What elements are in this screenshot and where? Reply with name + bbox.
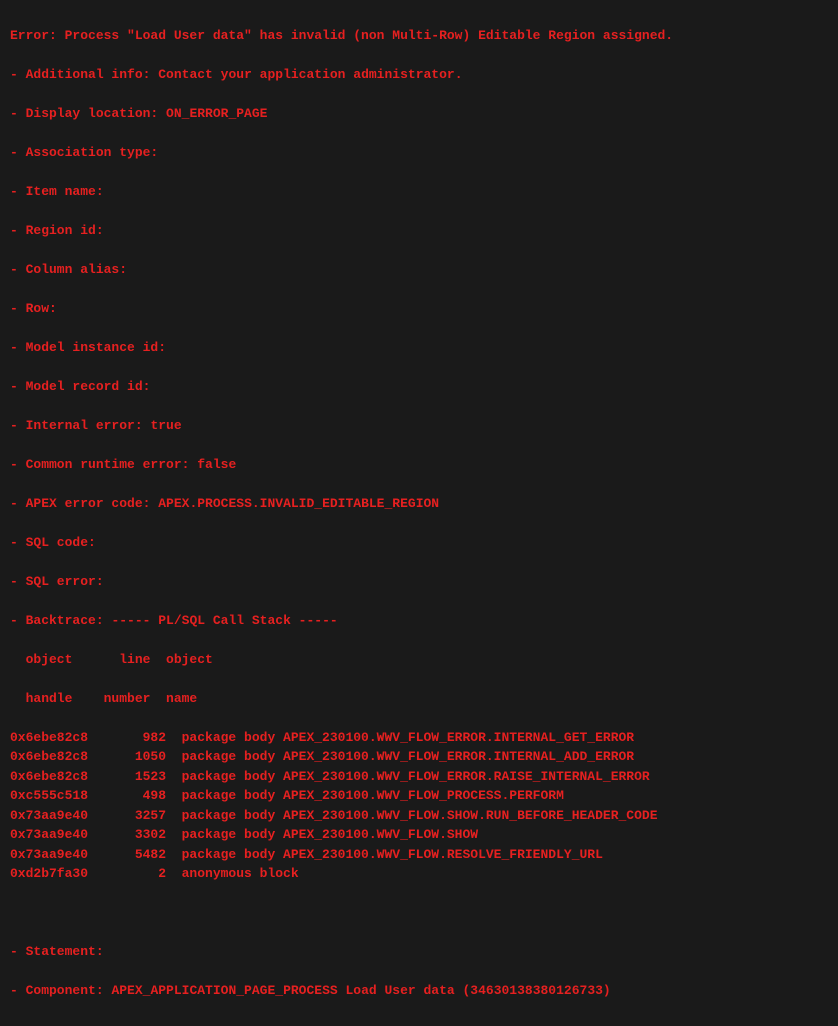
stack-header-1: object line object (10, 650, 828, 670)
column-alias-label: - Column alias: (10, 262, 127, 277)
stack-row: 0x73aa9e40 5482 package body APEX_230100… (10, 845, 828, 865)
row-line: - Row: (10, 299, 828, 319)
error-title: Error: Process "Load User data" has inva… (10, 26, 828, 46)
association-type-label: - Association type: (10, 145, 158, 160)
component-value: APEX_APPLICATION_PAGE_PROCESS Load User … (111, 983, 610, 998)
sql-error-line: - SQL error: (10, 572, 828, 592)
stack-row: 0x6ebe82c8 1523 package body APEX_230100… (10, 767, 828, 787)
sql-code-line: - SQL code: (10, 533, 828, 553)
internal-error-value: true (150, 418, 181, 433)
common-runtime-error-line: - Common runtime error: false (10, 455, 828, 475)
internal-error-line: - Internal error: true (10, 416, 828, 436)
additional-info-value: Contact your application administrator. (158, 67, 462, 82)
model-record-id-label: - Model record id: (10, 379, 150, 394)
error-console: Error: Process "Load User data" has inva… (0, 0, 838, 1026)
model-instance-id-line: - Model instance id: (10, 338, 828, 358)
row-label: - Row: (10, 301, 57, 316)
stack-header-2: handle number name (10, 689, 828, 709)
display-location-label: - Display location: (10, 106, 158, 121)
column-alias-line: - Column alias: (10, 260, 828, 280)
additional-info-label: - Additional info: (10, 67, 150, 82)
region-id-line: - Region id: (10, 221, 828, 241)
model-record-id-line: - Model record id: (10, 377, 828, 397)
component-label: - Component: (10, 983, 104, 998)
apex-error-code-value: APEX.PROCESS.INVALID_EDITABLE_REGION (158, 496, 439, 511)
stack-row: 0x73aa9e40 3257 package body APEX_230100… (10, 806, 828, 826)
component-line: - Component: APEX_APPLICATION_PAGE_PROCE… (10, 981, 828, 1001)
stack-row: 0xd2b7fa30 2 anonymous block (10, 864, 828, 884)
stack-row: 0x73aa9e40 3302 package body APEX_230100… (10, 825, 828, 845)
backtrace-title: ----- PL/SQL Call Stack ----- (111, 613, 337, 628)
statement-line: - Statement: (10, 942, 828, 962)
stack-row: 0x6ebe82c8 1050 package body APEX_230100… (10, 747, 828, 767)
backtrace-label: - Backtrace: (10, 613, 104, 628)
item-name-label: - Item name: (10, 184, 104, 199)
sql-code-label: - SQL code: (10, 535, 96, 550)
apex-error-code-label: - APEX error code: (10, 496, 150, 511)
common-runtime-error-label: - Common runtime error: (10, 457, 189, 472)
stack-row: 0x6ebe82c8 982 package body APEX_230100.… (10, 728, 828, 748)
model-instance-id-label: - Model instance id: (10, 340, 166, 355)
blank-line (10, 903, 828, 923)
common-runtime-error-value: false (197, 457, 236, 472)
display-location-line: - Display location: ON_ERROR_PAGE (10, 104, 828, 124)
item-name-line: - Item name: (10, 182, 828, 202)
region-id-label: - Region id: (10, 223, 104, 238)
stack-container: 0x6ebe82c8 982 package body APEX_230100.… (10, 728, 828, 884)
stack-row: 0xc555c518 498 package body APEX_230100.… (10, 786, 828, 806)
internal-error-label: - Internal error: (10, 418, 143, 433)
association-type-line: - Association type: (10, 143, 828, 163)
sql-error-label: - SQL error: (10, 574, 104, 589)
statement-label: - Statement: (10, 944, 104, 959)
apex-error-code-line: - APEX error code: APEX.PROCESS.INVALID_… (10, 494, 828, 514)
additional-info-line: - Additional info: Contact your applicat… (10, 65, 828, 85)
backtrace-line: - Backtrace: ----- PL/SQL Call Stack ---… (10, 611, 828, 631)
display-location-value: ON_ERROR_PAGE (166, 106, 267, 121)
